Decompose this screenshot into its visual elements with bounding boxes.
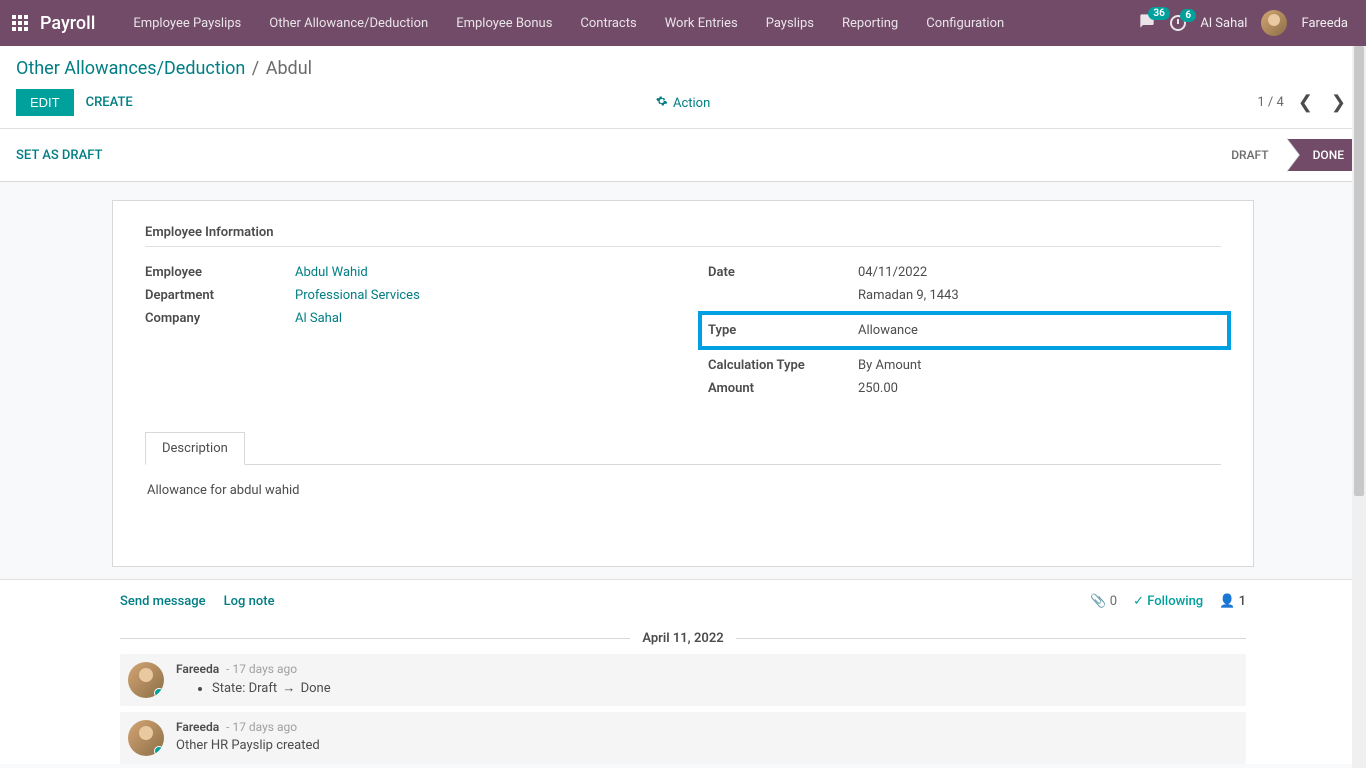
form-left-column: Employee Abdul Wahid Department Professi… [145,261,658,400]
menu-contracts[interactable]: Contracts [566,0,650,46]
send-message-button[interactable]: Send message [120,594,206,609]
menu-payslips[interactable]: Payslips [752,0,828,46]
breadcrumb-current: Abdul [266,58,312,79]
menu-configuration[interactable]: Configuration [912,0,1018,46]
amount-value: 250.00 [858,381,898,396]
menu-work-entries[interactable]: Work Entries [651,0,752,46]
edit-button[interactable]: EDIT [16,89,74,116]
check-icon: ✓ [1133,594,1147,609]
message-avatar[interactable] [128,720,164,756]
followers-button[interactable]: 👤 1 [1219,594,1246,609]
message-item: Fareeda - 17 days ago State: Draft → Don… [120,654,1246,706]
notebook: Description Allowance for abdul wahid [145,432,1221,516]
scrollbar-thumb[interactable] [1354,46,1364,496]
form-sheet: Employee Information Employee Abdul Wahi… [112,200,1254,567]
menu-employee-bonus[interactable]: Employee Bonus [442,0,566,46]
department-label: Department [145,288,295,303]
description-content: Allowance for abdul wahid [145,465,1221,516]
scrollbar[interactable] [1352,46,1366,768]
discuss-icon[interactable]: 36 [1138,13,1156,33]
action-dropdown[interactable]: Action [656,95,711,111]
date-separator-label: April 11, 2022 [630,631,735,646]
date-value: 04/11/2022 [858,265,927,280]
pager: 1 / 4 ❮ ❯ [1257,92,1350,113]
message-time: - 17 days ago [226,662,297,676]
menu-other-allowance-deduction[interactable]: Other Allowance/Deduction [255,0,442,46]
action-label: Action [673,96,710,111]
pager-prev[interactable]: ❮ [1294,92,1317,113]
message-author[interactable]: Fareeda [176,720,219,734]
menu-employee-payslips[interactable]: Employee Payslips [119,0,255,46]
track-old: Draft [249,681,278,696]
gear-icon [656,95,668,107]
amount-label: Amount [708,381,858,396]
company-switcher[interactable]: Al Sahal [1200,16,1247,31]
user-avatar[interactable] [1261,10,1287,36]
status-draft[interactable]: DRAFT [1205,139,1286,171]
employee-value[interactable]: Abdul Wahid [295,265,368,280]
message-avatar[interactable] [128,662,164,698]
track-new: Done [301,681,331,696]
pager-text[interactable]: 1 / 4 [1257,95,1283,110]
type-label: Type [708,323,858,338]
paperclip-icon: 📎 [1090,594,1106,609]
message-text: Other HR Payslip created [176,738,1238,753]
company-label: Company [145,311,295,326]
followers-count: 1 [1239,594,1246,609]
form-right-column: Date 04/11/2022 Ramadan 9, 1443 Type All… [708,261,1221,400]
breadcrumb-parent[interactable]: Other Allowances/Deduction [16,58,245,79]
date-label: Date [708,265,858,280]
user-name[interactable]: Fareeda [1301,16,1348,31]
company-value[interactable]: Al Sahal [295,311,342,326]
activities-icon[interactable]: 6 [1170,15,1186,31]
user-icon: 👤 [1219,594,1235,609]
calc-value: By Amount [858,358,921,373]
discuss-badge: 36 [1148,7,1169,20]
arrow-right-icon: → [282,680,295,696]
highlight-type: Type Allowance [698,311,1231,350]
department-value[interactable]: Professional Services [295,288,420,303]
message-item: Fareeda - 17 days ago Other HR Payslip c… [120,712,1246,764]
date-separator: April 11, 2022 [120,631,1246,646]
status-bar: SET AS DRAFT DRAFT DONE [0,129,1366,182]
pager-next[interactable]: ❯ [1327,92,1350,113]
navbar-right: 36 6 Al Sahal Fareeda [1138,10,1358,36]
breadcrumb-sep: / [252,58,264,79]
calc-label: Calculation Type [708,358,858,373]
create-button[interactable]: CREATE [86,95,133,110]
tab-description[interactable]: Description [145,432,245,465]
date-alt-value: Ramadan 9, 1443 [858,288,959,303]
type-value: Allowance [858,323,918,338]
log-note-button[interactable]: Log note [224,594,275,609]
menu-reporting[interactable]: Reporting [828,0,912,46]
top-navbar: Payroll Employee Payslips Other Allowanc… [0,0,1366,46]
breadcrumb: Other Allowances/Deduction / Abdul [16,58,1350,79]
apps-icon[interactable] [12,15,28,31]
main-menu: Employee Payslips Other Allowance/Deduct… [119,0,1138,46]
track-field: State: [212,681,245,696]
chatter: Send message Log note 📎 0 ✓ Following 👤 … [0,579,1366,764]
breadcrumb-bar: Other Allowances/Deduction / Abdul [0,46,1366,79]
attach-count: 0 [1110,594,1117,609]
brand-title[interactable]: Payroll [40,13,95,34]
following-label: Following [1147,594,1203,609]
message-time: - 17 days ago [226,720,297,734]
activities-badge: 6 [1180,9,1196,22]
following-button[interactable]: ✓ Following [1133,594,1203,609]
control-bar: EDIT CREATE Action 1 / 4 ❮ ❯ [0,79,1366,129]
employee-label: Employee [145,265,295,280]
section-title: Employee Information [145,225,1221,247]
attachments-button[interactable]: 📎 0 [1090,594,1117,609]
set-as-draft-button[interactable]: SET AS DRAFT [16,148,102,163]
status-steps: DRAFT DONE [1205,139,1366,171]
message-author[interactable]: Fareeda [176,662,219,676]
date-alt-label [708,288,858,303]
